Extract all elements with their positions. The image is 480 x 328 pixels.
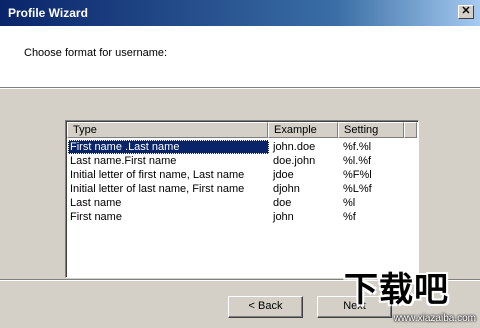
column-header-type[interactable]: Type: [67, 122, 268, 138]
list-row[interactable]: Initial letter of last name, First name d…: [68, 182, 416, 196]
row-type-cell: Initial letter of last name, First name: [70, 183, 245, 195]
list-row[interactable]: Last name doe %l: [68, 196, 416, 210]
row-setting-cell: %f.%l: [343, 141, 372, 153]
watermark-url: www.xiazaiba.com: [393, 313, 476, 324]
row-type-cell: Last name.First name: [70, 155, 177, 167]
username-format-list[interactable]: Type Example Setting First name .Last na…: [65, 120, 419, 278]
column-header-setting[interactable]: Setting: [338, 122, 404, 138]
back-button[interactable]: < Back: [228, 296, 303, 318]
watermark-logo: 下载吧: [344, 270, 449, 310]
list-row[interactable]: Initial letter of first name, Last name j…: [68, 168, 416, 182]
column-header-example[interactable]: Example: [268, 122, 338, 138]
row-setting-cell: %l.%f: [343, 155, 372, 167]
row-type-cell: First name: [70, 211, 122, 223]
close-icon: ✕: [461, 5, 471, 17]
row-example-cell: john: [273, 211, 294, 223]
row-type-cell: Initial letter of first name, Last name: [70, 169, 245, 181]
row-example-cell: djohn: [273, 183, 300, 195]
format-prompt: Choose format for username:: [24, 47, 168, 59]
row-setting-cell: %l: [343, 197, 356, 209]
row-example-cell: jdoe: [273, 169, 294, 181]
list-row[interactable]: First name .Last name john.doe %f.%l: [68, 140, 416, 154]
row-example-cell: john.doe: [273, 141, 316, 153]
row-example-cell: doe.john: [273, 155, 316, 167]
row-setting-cell: %L%f: [343, 183, 372, 195]
header-divider: [0, 88, 480, 89]
watermark: 下载吧 www.xiazaiba.com: [340, 266, 480, 328]
list-row[interactable]: Last name.First name doe.john %l.%f: [68, 154, 416, 168]
row-setting-cell: %f: [343, 211, 356, 223]
column-header-filler: [404, 122, 417, 138]
row-type-cell: First name .Last name: [68, 140, 269, 154]
wizard-header: Choose format for username:: [0, 26, 480, 88]
row-setting-cell: %F%l: [343, 169, 372, 181]
list-rows: First name .Last name john.doe %f.%l Last n…: [68, 140, 416, 224]
row-example-cell: doe: [273, 197, 292, 209]
row-type-cell: Last name: [70, 197, 122, 209]
list-header: Type Example Setting: [67, 122, 417, 138]
window-title: Profile Wizard: [8, 6, 88, 20]
close-button[interactable]: ✕: [458, 5, 474, 19]
title-bar: Profile Wizard ✕: [0, 0, 480, 26]
list-row[interactable]: First name john %f: [68, 210, 416, 224]
